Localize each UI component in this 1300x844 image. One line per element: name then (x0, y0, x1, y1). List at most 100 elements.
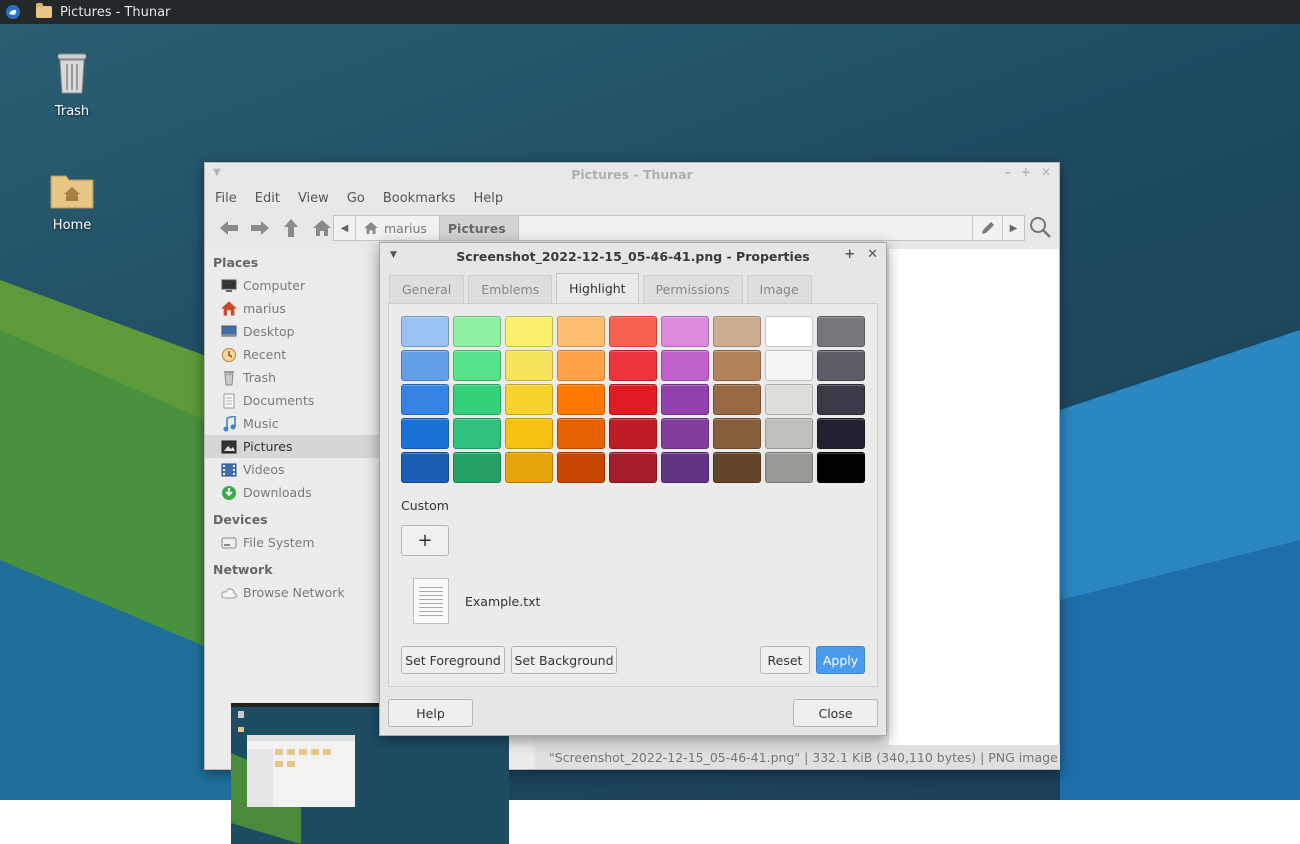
color-swatch[interactable] (453, 316, 501, 347)
color-swatch[interactable] (817, 452, 865, 483)
color-swatch[interactable] (765, 452, 813, 483)
color-swatch[interactable] (661, 452, 709, 483)
maximize-icon[interactable]: + (844, 247, 855, 262)
color-swatch[interactable] (765, 418, 813, 449)
color-swatch[interactable] (557, 384, 605, 415)
home-icon (221, 301, 237, 317)
menu-bookmarks[interactable]: Bookmarks (383, 191, 456, 206)
arrow-left-icon (219, 221, 238, 235)
color-swatch[interactable] (765, 316, 813, 347)
color-swatch[interactable] (557, 316, 605, 347)
window-menu-icon[interactable]: ▼ (213, 167, 221, 178)
dialog-titlebar[interactable]: ▼ Screenshot_2022-12-15_05-46-41.png - P… (380, 243, 886, 269)
color-swatch[interactable] (713, 384, 761, 415)
color-swatch[interactable] (661, 350, 709, 381)
color-swatch[interactable] (661, 316, 709, 347)
color-swatch[interactable] (505, 418, 553, 449)
color-swatch[interactable] (817, 418, 865, 449)
color-swatch[interactable] (401, 350, 449, 381)
tab-image[interactable]: Image (746, 275, 812, 303)
color-swatch[interactable] (661, 384, 709, 415)
forward-button[interactable] (244, 213, 275, 243)
up-button[interactable] (275, 213, 306, 243)
close-icon[interactable]: ✕ (1041, 165, 1051, 179)
set-background-button[interactable]: Set Background (511, 646, 617, 674)
add-custom-color-button[interactable]: + (401, 525, 449, 556)
search-icon (1030, 217, 1051, 238)
tab-permissions[interactable]: Permissions (642, 275, 743, 303)
color-swatch[interactable] (505, 452, 553, 483)
apply-button[interactable]: Apply (816, 646, 865, 674)
xfce-mouse-icon (6, 5, 20, 19)
color-swatch[interactable] (505, 316, 553, 347)
color-swatch[interactable] (557, 350, 605, 381)
color-swatch[interactable] (401, 316, 449, 347)
menu-help[interactable]: Help (473, 191, 503, 206)
desktop-icon-label: Home (52, 218, 92, 233)
menu-file[interactable]: File (215, 191, 237, 206)
back-button[interactable] (213, 213, 244, 243)
custom-label: Custom (401, 498, 449, 513)
help-button[interactable]: Help (388, 699, 473, 727)
window-titlebar[interactable]: ▼ Pictures - Thunar – + ✕ (205, 163, 1059, 186)
color-swatch[interactable] (661, 418, 709, 449)
color-swatch[interactable] (505, 350, 553, 381)
search-button[interactable] (1029, 216, 1051, 241)
maximize-icon[interactable]: + (1021, 165, 1031, 179)
color-swatch[interactable] (453, 418, 501, 449)
color-swatch[interactable] (557, 418, 605, 449)
tab-general[interactable]: General (389, 275, 465, 303)
close-button[interactable]: Close (793, 699, 878, 727)
desktop-icon-home[interactable]: Home (27, 170, 117, 233)
menu-go[interactable]: Go (347, 191, 365, 206)
path-segment-pictures[interactable]: Pictures (439, 216, 519, 240)
color-swatch[interactable] (557, 452, 605, 483)
color-swatch[interactable] (713, 452, 761, 483)
desktop-icon-trash[interactable]: Trash (27, 50, 117, 119)
xfce-menu-button[interactable] (0, 0, 26, 24)
path-segment-marius[interactable]: marius (356, 216, 440, 240)
color-swatch[interactable] (401, 384, 449, 415)
home-icon (364, 222, 378, 234)
color-swatch[interactable] (401, 418, 449, 449)
minimize-icon[interactable]: – (1005, 165, 1011, 179)
color-swatch[interactable] (453, 384, 501, 415)
color-swatch[interactable] (713, 350, 761, 381)
color-swatch[interactable] (817, 316, 865, 347)
tab-emblems[interactable]: Emblems (468, 275, 553, 303)
reset-button[interactable]: Reset (760, 646, 810, 674)
set-foreground-button[interactable]: Set Foreground (401, 646, 505, 674)
color-swatch[interactable] (609, 350, 657, 381)
color-swatch[interactable] (609, 384, 657, 415)
color-swatch[interactable] (609, 418, 657, 449)
sidebar-item-label: Documents (243, 393, 315, 408)
path-scroll-left[interactable]: ◀ (334, 216, 356, 240)
clock-icon (221, 347, 237, 363)
color-swatch[interactable] (817, 384, 865, 415)
color-swatch[interactable] (401, 452, 449, 483)
taskbar-item-thunar[interactable]: Pictures - Thunar (36, 3, 170, 20)
color-swatch[interactable] (713, 316, 761, 347)
text-file-icon (413, 578, 449, 624)
menu-edit[interactable]: Edit (255, 191, 280, 206)
sidebar-item-label: marius (243, 301, 286, 316)
color-swatch[interactable] (765, 350, 813, 381)
color-swatch[interactable] (609, 452, 657, 483)
menu-view[interactable]: View (298, 191, 329, 206)
edit-location-button[interactable] (972, 216, 1002, 240)
top-panel: Pictures - Thunar (0, 0, 1300, 24)
file-view-pane[interactable] (889, 249, 1059, 745)
path-scroll-right[interactable]: ▶ (1002, 216, 1024, 240)
color-swatch[interactable] (817, 350, 865, 381)
highlight-panel: Custom + Example.txt Set Foreground Set … (388, 303, 878, 687)
color-swatch[interactable] (453, 452, 501, 483)
color-swatch[interactable] (505, 384, 553, 415)
color-swatch[interactable] (713, 418, 761, 449)
tab-highlight[interactable]: Highlight (556, 273, 639, 303)
color-swatch[interactable] (609, 316, 657, 347)
close-icon[interactable]: ✕ (867, 247, 878, 262)
properties-dialog: ▼ Screenshot_2022-12-15_05-46-41.png - P… (379, 242, 887, 736)
color-swatch[interactable] (453, 350, 501, 381)
color-swatch[interactable] (765, 384, 813, 415)
window-menu-icon[interactable]: ▼ (390, 250, 397, 260)
